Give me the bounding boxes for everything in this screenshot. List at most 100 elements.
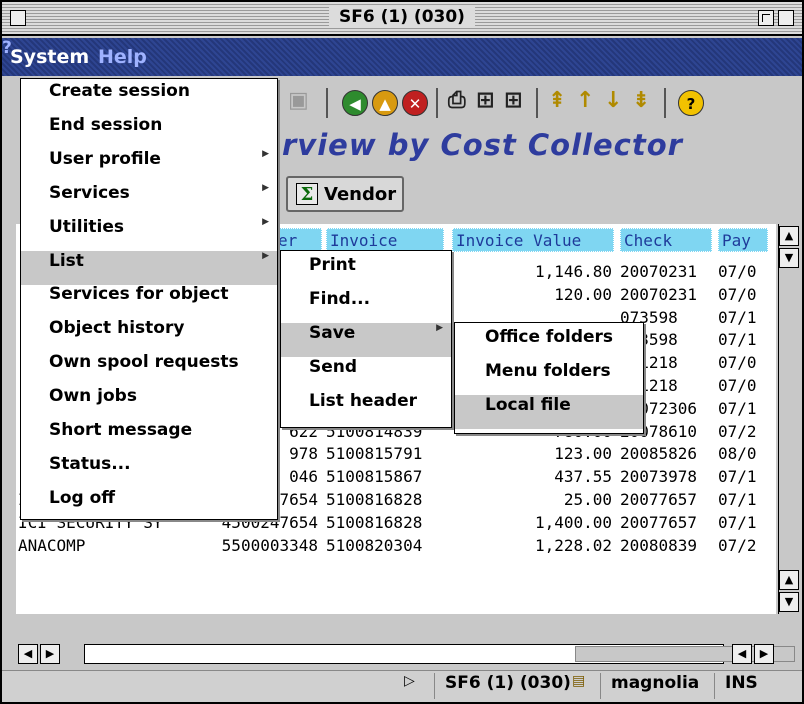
table-cell[interactable]: ANACOMP bbox=[18, 534, 198, 557]
table-cell[interactable]: 5100820304 bbox=[326, 534, 446, 557]
last-page-icon[interactable]: ⇟ bbox=[632, 88, 650, 113]
scroll-right-icon[interactable]: ▶ bbox=[754, 644, 774, 664]
find-icon[interactable]: ⊞ bbox=[476, 88, 494, 113]
menu-item[interactable]: Services for object bbox=[21, 284, 277, 318]
table-cell[interactable]: 20073978 bbox=[620, 465, 716, 488]
vertical-scrollbar[interactable]: ▲ ▼ ▲ ▼ bbox=[778, 224, 800, 614]
menu-item[interactable]: Services ▶ bbox=[21, 183, 277, 217]
table-cell[interactable]: 08/0 bbox=[718, 442, 768, 465]
find-next-icon[interactable]: ⊞ bbox=[504, 88, 522, 113]
table-cell[interactable]: 07/1 bbox=[718, 328, 768, 351]
menu-item[interactable]: Local file bbox=[455, 395, 643, 429]
table-cell[interactable]: 07/0 bbox=[718, 283, 768, 306]
table-cell[interactable]: 5100815791 bbox=[326, 442, 446, 465]
previous-page-icon[interactable]: ↑ bbox=[576, 88, 594, 113]
table-cell[interactable]: 07/1 bbox=[718, 306, 768, 329]
table-cell[interactable]: 07/1 bbox=[718, 397, 768, 420]
table-cell[interactable]: 1,400.00 bbox=[452, 511, 612, 534]
menu-item[interactable]: Own spool requests bbox=[21, 352, 277, 386]
menu-item[interactable]: Print bbox=[281, 255, 451, 289]
scroll-left-icon[interactable]: ◀ bbox=[732, 644, 752, 664]
scroll-left-icon[interactable]: ◀ bbox=[18, 644, 38, 664]
menu-item-label: Short message bbox=[49, 420, 193, 440]
scroll-down-icon[interactable]: ▼ bbox=[779, 248, 799, 268]
close-box[interactable] bbox=[10, 10, 26, 26]
table-cell[interactable]: 07/0 bbox=[718, 351, 768, 374]
table-cell[interactable]: 20070231 bbox=[620, 283, 716, 306]
exit-icon[interactable]: ▲ bbox=[372, 90, 398, 116]
menu-item[interactable]: Object history bbox=[21, 318, 277, 352]
help-icon[interactable]: ? bbox=[678, 90, 704, 116]
vendor-button[interactable]: Σ Vendor bbox=[286, 176, 404, 212]
menu-item[interactable]: Office folders bbox=[455, 327, 643, 361]
table-cell[interactable]: 07/1 bbox=[718, 488, 768, 511]
table-cell[interactable]: 123.00 bbox=[452, 442, 612, 465]
table-cell[interactable]: 20077657 bbox=[620, 511, 716, 534]
menu-item[interactable]: Menu folders bbox=[455, 361, 643, 395]
menu-item-label: Utilities bbox=[49, 216, 125, 237]
horizontal-scrollbar[interactable]: ◀ ▶ ◀ ▶ bbox=[16, 642, 798, 666]
table-cell[interactable]: 20070231 bbox=[620, 260, 716, 283]
menu-item-label: End session bbox=[49, 114, 163, 135]
table-cell[interactable]: 5100816828 bbox=[326, 488, 446, 511]
scroll-track[interactable] bbox=[84, 644, 795, 664]
table-cell[interactable]: 120.00 bbox=[452, 283, 612, 306]
print-icon[interactable]: ⎙ bbox=[448, 88, 466, 113]
next-page-icon[interactable]: ↓ bbox=[604, 88, 622, 113]
menu-item-label: Local file bbox=[485, 395, 571, 415]
table-cell[interactable]: 25.00 bbox=[452, 488, 612, 511]
menu-item[interactable]: End session bbox=[21, 115, 277, 149]
column-header[interactable]: Invoice bbox=[326, 228, 444, 252]
cancel-icon[interactable]: ✕ bbox=[402, 90, 428, 116]
menu-item[interactable]: Find... bbox=[281, 289, 451, 323]
column-header[interactable]: er bbox=[274, 228, 322, 252]
title-bar[interactable]: SF6 (1) (030) bbox=[2, 2, 802, 36]
menu-item[interactable]: Send bbox=[281, 357, 451, 391]
menu-item-label: List bbox=[49, 250, 84, 271]
menu-item[interactable]: List ▶ bbox=[21, 250, 277, 285]
column-header[interactable]: Pay bbox=[718, 228, 768, 252]
zoom-box[interactable] bbox=[758, 10, 774, 26]
table-cell[interactable]: 1,228.02 bbox=[452, 534, 612, 557]
menu-item[interactable]: Create session bbox=[21, 81, 277, 115]
table-cell[interactable]: 20077657 bbox=[620, 488, 716, 511]
first-page-icon[interactable]: ⇞ bbox=[548, 88, 566, 113]
column-header[interactable]: Invoice Value bbox=[452, 228, 614, 252]
table-cell[interactable]: 437.55 bbox=[452, 465, 612, 488]
menu-system[interactable]: System bbox=[10, 46, 89, 68]
collapse-box[interactable] bbox=[778, 10, 794, 26]
back-icon[interactable]: ◀ bbox=[342, 90, 368, 116]
menu-help[interactable]: Help bbox=[98, 46, 147, 68]
menu-item[interactable]: Log off bbox=[21, 488, 277, 522]
scroll-down-icon[interactable]: ▼ bbox=[779, 592, 799, 612]
toolbar-separator bbox=[536, 88, 538, 118]
status-bar: ▷ SF6 (1) (030) ▤ magnolia INS bbox=[2, 670, 802, 702]
save-disk-icon[interactable]: ▣ bbox=[288, 88, 309, 113]
menu-item[interactable]: Utilities ▶ bbox=[21, 217, 277, 251]
menu-item[interactable]: Short message bbox=[21, 420, 277, 454]
column-header[interactable]: Check bbox=[620, 228, 712, 252]
table-cell[interactable]: 07/0 bbox=[718, 374, 768, 397]
table-cell[interactable]: 07/1 bbox=[718, 465, 768, 488]
scroll-up-icon[interactable]: ▲ bbox=[779, 570, 799, 590]
scroll-right-icon[interactable]: ▶ bbox=[40, 644, 60, 664]
menu-item[interactable]: Status... bbox=[21, 454, 277, 488]
table-cell[interactable]: 20085826 bbox=[620, 442, 716, 465]
status-expand-icon[interactable]: ▷ bbox=[404, 673, 415, 699]
table-cell[interactable]: 5100815867 bbox=[326, 465, 446, 488]
table-cell[interactable]: 07/0 bbox=[718, 260, 768, 283]
menu-item[interactable]: Own jobs bbox=[21, 386, 277, 420]
table-cell[interactable]: 5100816828 bbox=[326, 511, 446, 534]
table-cell[interactable]: 07/2 bbox=[718, 420, 768, 443]
table-cell[interactable]: 07/1 bbox=[718, 511, 768, 534]
session-list-icon[interactable]: ▤ bbox=[572, 673, 585, 699]
table-cell[interactable]: 1,146.80 bbox=[452, 260, 612, 283]
table-cell[interactable]: 20080839 bbox=[620, 534, 716, 557]
table-cell[interactable]: 5500003348 bbox=[202, 534, 318, 557]
menu-item[interactable]: User profile ▶ bbox=[21, 149, 277, 183]
menu-item[interactable]: List header bbox=[281, 391, 451, 425]
menu-item-label: Create session bbox=[49, 81, 190, 101]
menu-item[interactable]: Save ▶ bbox=[281, 323, 451, 357]
scroll-up-icon[interactable]: ▲ bbox=[779, 226, 799, 246]
table-cell[interactable]: 07/2 bbox=[718, 534, 768, 557]
